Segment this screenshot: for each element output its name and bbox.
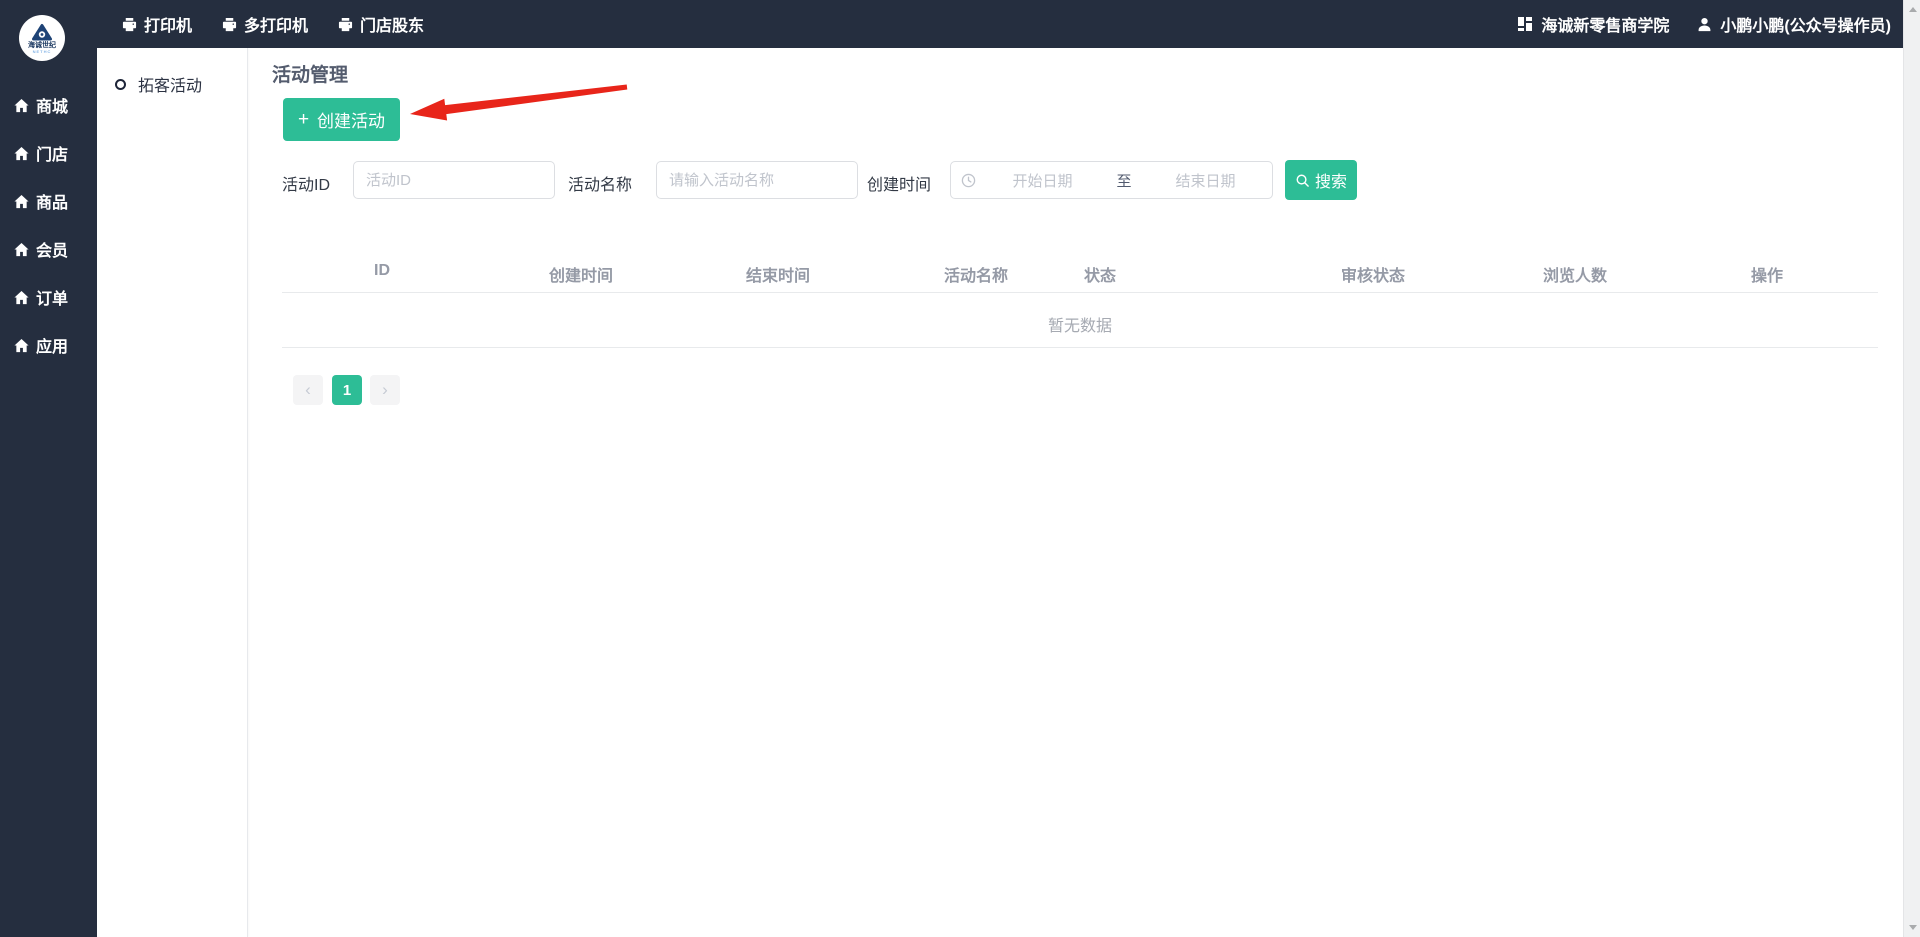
submenu-item-customer-activity[interactable]: 拓客活动	[97, 48, 247, 96]
activity-id-input[interactable]	[353, 161, 555, 199]
top-nav: 打印机 多打印机 门店股东	[122, 12, 424, 36]
column-header-end-time: 结束时间	[745, 268, 811, 285]
column-header-actions: 操作	[1750, 268, 1784, 285]
date-range-separator: 至	[1116, 172, 1132, 190]
printer-icon	[222, 17, 237, 31]
scroll-up-icon	[1908, 7, 1917, 12]
search-icon	[1296, 174, 1309, 187]
table-row-divider	[282, 347, 1878, 348]
sidebar-item-apps[interactable]: 应用	[0, 333, 97, 357]
sidebar-item-label: 订单	[36, 291, 69, 308]
home-icon	[14, 290, 29, 304]
activity-name-label: 活动名称	[568, 177, 633, 194]
topnav-item-printer[interactable]: 打印机	[122, 12, 192, 36]
home-icon	[14, 146, 29, 160]
logo-emblem-icon	[32, 23, 52, 40]
scroll-up-button[interactable]	[1904, 1, 1920, 18]
sidebar-item-store[interactable]: 门店	[0, 141, 97, 165]
column-header-views: 浏览人数	[1542, 268, 1608, 285]
user-icon	[1698, 17, 1711, 31]
date-range-picker[interactable]: 开始日期 至 结束日期	[950, 161, 1273, 199]
user-name: 小鹏小鹏(公众号操作员)	[1720, 18, 1891, 35]
printer-icon	[122, 17, 137, 31]
submenu-item-label: 拓客活动	[138, 78, 203, 95]
vertical-scrollbar[interactable]	[1903, 0, 1920, 937]
logo[interactable]: 海诚世纪 NETHC	[19, 15, 65, 61]
table-header-divider	[282, 292, 1878, 293]
sidebar-item-mall[interactable]: 商城	[0, 93, 97, 117]
topnav-item-label: 多打印机	[244, 18, 309, 35]
page-title: 活动管理	[272, 65, 349, 86]
scroll-down-icon	[1908, 925, 1917, 930]
activity-id-label: 活动ID	[282, 177, 331, 194]
sidebar-item-label: 应用	[36, 339, 69, 356]
topnav-item-multi-printer[interactable]: 多打印机	[222, 12, 308, 36]
start-date-placeholder[interactable]: 开始日期	[976, 170, 1109, 191]
column-header-activity-name: 活动名称	[943, 268, 1009, 285]
create-time-label: 创建时间	[867, 177, 932, 194]
logo-text-cn: 海诚世纪	[28, 41, 56, 49]
grid-icon	[1518, 17, 1533, 31]
chevron-right-icon: ›	[382, 380, 388, 399]
top-bar: 打印机 多打印机 门店股东 海诚新零售商学院 小鹏小鹏(公众号操作员)	[0, 0, 1903, 48]
search-button[interactable]: 搜索	[1285, 160, 1357, 200]
sidebar-item-label: 门店	[36, 147, 69, 164]
pagination-current-page: 1	[342, 381, 352, 399]
home-icon	[14, 194, 29, 208]
search-button-label: 搜索	[1314, 174, 1347, 191]
activity-name-input[interactable]	[656, 161, 858, 199]
column-header-audit-status: 审核状态	[1340, 268, 1406, 285]
pagination-next-button[interactable]: ›	[370, 375, 400, 405]
printer-icon	[338, 17, 353, 31]
column-header-create-time: 创建时间	[548, 268, 614, 285]
app-root: 商城 门店 商品 会员 订单 应用 打印机 多打印机 门店股东 海诚新零售商学院…	[0, 0, 1920, 937]
plus-icon: +	[297, 109, 310, 130]
sidebar-item-label: 商城	[36, 99, 69, 116]
top-bar-right: 海诚新零售商学院 小鹏小鹏(公众号操作员)	[1517, 0, 1891, 48]
home-icon	[14, 242, 29, 256]
user-menu[interactable]: 小鹏小鹏(公众号操作员)	[1697, 12, 1891, 36]
column-header-id: ID	[374, 262, 390, 279]
primary-sidebar: 商城 门店 商品 会员 订单 应用	[0, 0, 97, 937]
topnav-item-label: 门店股东	[360, 18, 425, 35]
home-icon	[14, 338, 29, 352]
sidebar-item-orders[interactable]: 订单	[0, 285, 97, 309]
end-date-placeholder[interactable]: 结束日期	[1139, 170, 1272, 191]
sidebar-item-goods[interactable]: 商品	[0, 189, 97, 213]
create-activity-label: 创建活动	[317, 112, 386, 131]
radio-circle-icon	[115, 78, 126, 90]
secondary-sidebar: 拓客活动	[97, 48, 248, 937]
scroll-down-button[interactable]	[1904, 919, 1920, 936]
store-name: 海诚新零售商学院	[1541, 18, 1670, 35]
clock-icon	[961, 173, 976, 187]
logo-text-en: NETHC	[32, 48, 52, 54]
topnav-item-label: 打印机	[144, 18, 193, 35]
column-header-status: 状态	[1083, 268, 1117, 285]
pagination-prev-button[interactable]: ‹	[293, 375, 323, 405]
pagination-page-1[interactable]: 1	[332, 375, 362, 405]
home-icon	[14, 98, 29, 112]
sidebar-item-members[interactable]: 会员	[0, 237, 97, 261]
chevron-left-icon: ‹	[305, 380, 311, 399]
table-empty-state: 暂无数据	[1047, 318, 1113, 335]
sidebar-item-label: 会员	[36, 243, 69, 260]
store-switcher[interactable]: 海诚新零售商学院	[1517, 12, 1669, 36]
sidebar-item-label: 商品	[36, 195, 69, 212]
topnav-item-store-shareholder[interactable]: 门店股东	[338, 12, 424, 36]
create-activity-button[interactable]: + 创建活动	[283, 98, 400, 141]
